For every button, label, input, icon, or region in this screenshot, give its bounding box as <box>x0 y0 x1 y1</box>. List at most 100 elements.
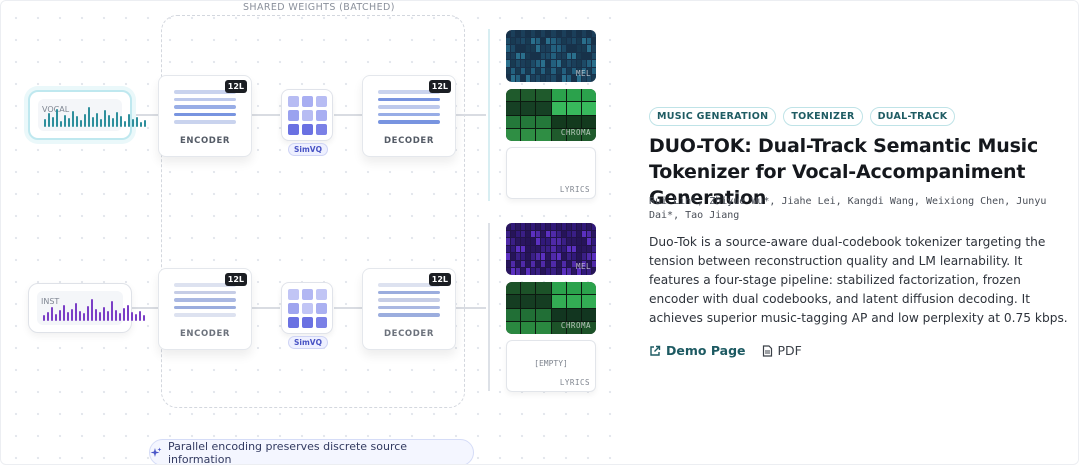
spectrogram-cell <box>526 45 531 52</box>
spectrogram-cell <box>566 67 571 75</box>
spectrogram-cell <box>531 268 536 275</box>
spectrogram-cell <box>506 260 511 268</box>
spectrogram-cell <box>541 67 546 75</box>
vocal-lyrics-output: LYRICS <box>506 147 596 199</box>
spectrogram-cell <box>511 75 516 82</box>
spectrogram-cell <box>586 230 591 238</box>
encoder-label: ENCODER <box>180 329 230 339</box>
spectrogram-cell <box>541 52 546 60</box>
spectrogram-cell <box>516 268 521 275</box>
empty-lyrics-text: [EMPTY] <box>534 359 568 368</box>
waveform-bar <box>124 121 126 127</box>
spectrogram-cell <box>551 67 556 75</box>
spectrogram-cell <box>516 223 521 230</box>
spectrogram-cell <box>536 230 541 238</box>
chroma-cell <box>521 308 536 321</box>
spectrogram-cell <box>526 37 531 45</box>
waveform-bar <box>68 118 70 127</box>
spectrogram-cell <box>556 45 561 52</box>
waveform-bar <box>132 119 134 127</box>
waveform-bar <box>72 111 74 127</box>
waveform-bar <box>52 117 54 127</box>
spectrogram-cell <box>521 245 526 253</box>
simvq-label: SimVQ <box>288 143 328 156</box>
chroma-cell <box>506 282 521 295</box>
spectrogram-cell <box>571 37 576 45</box>
spectrogram-cell <box>511 60 516 67</box>
waveform-bar <box>135 314 137 321</box>
spectrogram-cell <box>506 245 511 253</box>
spectrogram-cell <box>521 223 526 230</box>
inst-decoder-block: 12L DECODER <box>362 268 456 350</box>
chroma-cell <box>506 321 521 334</box>
encoder-layers-icon <box>174 90 236 128</box>
waveform-bar <box>67 312 69 321</box>
connector <box>252 114 280 116</box>
spectrogram-cell <box>506 253 511 260</box>
waveform-bar <box>136 117 138 127</box>
waveform-bar <box>56 109 58 127</box>
spectrogram-cell <box>586 245 591 253</box>
connector <box>456 307 486 309</box>
spectrogram-cell <box>541 260 546 268</box>
spectrogram-cell <box>591 67 596 75</box>
chroma-cell <box>581 282 596 295</box>
chroma-cell <box>521 89 536 102</box>
waveform-bar <box>127 305 129 321</box>
spectrogram-cell <box>521 60 526 67</box>
spectrogram-cell <box>566 253 571 260</box>
demo-page-link[interactable]: Demo Page <box>649 343 746 358</box>
spectrogram-cell <box>531 223 536 230</box>
waveform-bar <box>120 116 122 127</box>
spectrogram-cell <box>581 37 586 45</box>
spectrogram-cell <box>561 260 566 268</box>
chroma-cell <box>536 128 551 141</box>
layer-count-badge: 12L <box>224 80 247 93</box>
inst-chroma-output: CHROMA <box>506 282 596 334</box>
waveform-bar <box>139 311 141 321</box>
spectrogram-cell <box>531 253 536 260</box>
vocal-input-card: VOCAL <box>28 90 146 140</box>
spectrogram-cell <box>571 253 576 260</box>
chroma-cell <box>581 308 596 321</box>
spectrogram-cell <box>536 268 541 275</box>
spectrogram-cell <box>551 268 556 275</box>
spectrogram-cell <box>536 75 541 82</box>
spectrogram-cell <box>566 230 571 238</box>
spectrogram-cell <box>586 238 591 245</box>
pdf-link[interactable]: PDF <box>762 343 802 358</box>
spectrogram-cell <box>576 253 581 260</box>
spectrogram-cell <box>511 253 516 260</box>
chroma-cell <box>566 308 581 321</box>
spectrogram-cell <box>546 45 551 52</box>
spectrogram-cell <box>546 245 551 253</box>
spectrogram-cell <box>541 45 546 52</box>
spectrogram-cell <box>536 253 541 260</box>
layer-count-badge: 12L <box>428 80 451 93</box>
waveform-bar <box>131 312 133 321</box>
spectrogram-cell <box>576 60 581 67</box>
spectrogram-cell <box>561 30 566 37</box>
chroma-cell <box>536 115 551 128</box>
chroma-cell <box>521 102 536 115</box>
spectrogram-cell <box>546 30 551 37</box>
spectrogram-cell <box>586 45 591 52</box>
spectrogram-cell <box>556 260 561 268</box>
spectrogram-cell <box>506 30 511 37</box>
vocal-chroma-output: CHROMA <box>506 89 596 141</box>
spectrogram-cell <box>566 30 571 37</box>
spectrogram-cell <box>511 268 516 275</box>
spectrogram-cell <box>526 260 531 268</box>
spectrogram-cell <box>546 223 551 230</box>
spectrogram-cell <box>551 260 556 268</box>
spectrogram-cell <box>576 45 581 52</box>
waveform-bar <box>123 308 125 321</box>
waveform-bar <box>112 118 114 127</box>
spectrogram-cell <box>536 37 541 45</box>
chroma-cell <box>581 89 596 102</box>
spectrogram-cell <box>541 223 546 230</box>
chroma-cell <box>551 295 566 308</box>
spectrogram-cell <box>546 75 551 82</box>
spectrogram-cell <box>506 268 511 275</box>
spectrogram-cell <box>561 60 566 67</box>
